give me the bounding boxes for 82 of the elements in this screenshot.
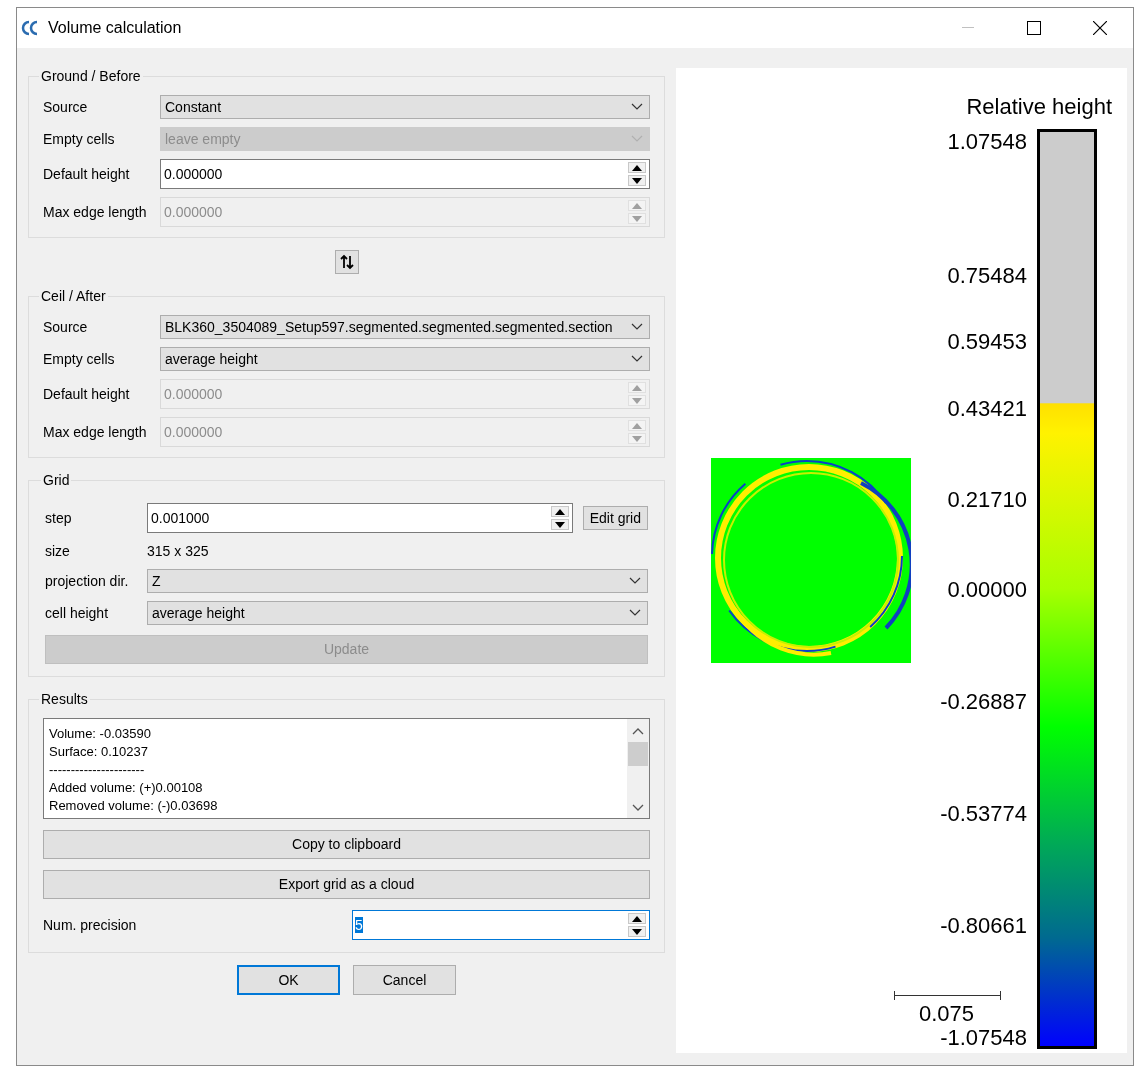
field-label: Source bbox=[43, 97, 89, 117]
precision-field[interactable]: 5 bbox=[352, 910, 650, 940]
field-label: Default height bbox=[43, 164, 131, 184]
dropdown[interactable]: Z bbox=[147, 569, 648, 593]
dialog-button[interactable]: Cancel bbox=[353, 965, 456, 995]
up-arrow-icon bbox=[554, 508, 565, 515]
close-icon bbox=[1093, 21, 1107, 35]
field-label: Empty cells bbox=[43, 129, 116, 149]
spin-up-button[interactable] bbox=[550, 506, 569, 517]
group-title: Ceil / After bbox=[40, 287, 107, 306]
group-title: Ground / Before bbox=[40, 67, 142, 86]
scroll-thumb[interactable] bbox=[628, 742, 648, 766]
field-label: Empty cells bbox=[43, 349, 116, 369]
field-label: Num. precision bbox=[43, 915, 138, 935]
scale-label: 0.21710 bbox=[947, 487, 1027, 512]
action-button[interactable]: Copy to clipboard bbox=[43, 830, 650, 859]
down-arrow-icon bbox=[632, 928, 642, 935]
window-title: Volume calculation bbox=[48, 18, 182, 38]
spin-down-button[interactable] bbox=[550, 519, 569, 530]
spin-up-button[interactable] bbox=[628, 162, 646, 173]
scrollbar[interactable] bbox=[627, 719, 649, 818]
result-line: ---------------------- bbox=[49, 761, 145, 779]
scale-title: Relative height bbox=[966, 93, 1112, 121]
minimize-icon bbox=[962, 27, 974, 29]
scale-label: -0.53774 bbox=[940, 802, 1027, 826]
chevron-icon bbox=[631, 103, 643, 111]
dropdown[interactable]: average height bbox=[147, 601, 648, 625]
field-label: cell height bbox=[45, 603, 110, 623]
chevron-icon bbox=[631, 355, 643, 363]
field-label: Default height bbox=[43, 384, 131, 404]
field-label: step bbox=[45, 508, 73, 528]
scale-bar-label: 0.075 bbox=[919, 1002, 975, 1026]
result-line: Added volume: (+)0.00108 bbox=[49, 779, 203, 797]
spin-down-button[interactable] bbox=[628, 926, 646, 937]
number-field[interactable]: 0.001000 bbox=[147, 503, 573, 533]
result-line: Removed volume: (-)0.03698 bbox=[49, 797, 218, 815]
group-title: Results bbox=[40, 690, 89, 709]
up-arrow-icon bbox=[632, 915, 642, 922]
field-label: size bbox=[45, 541, 71, 561]
dialog-button[interactable]: OK bbox=[237, 965, 340, 995]
up-arrow-icon bbox=[632, 164, 642, 171]
dropdown[interactable]: BLK360_3504089_Setup597.segmented.segmented.segmented.section bbox=[160, 315, 650, 339]
swap-icon bbox=[338, 254, 355, 270]
up-arrow-icon bbox=[632, 384, 642, 391]
field-label: projection dir. bbox=[45, 571, 130, 591]
chevron-icon bbox=[631, 323, 643, 331]
scale-label: 1.07548 bbox=[947, 130, 1027, 154]
action-button[interactable]: Export grid as a cloud bbox=[43, 870, 650, 899]
down-arrow-icon bbox=[632, 397, 642, 404]
scroll-up-icon bbox=[632, 727, 644, 735]
number-field[interactable]: 0.000000 bbox=[160, 159, 650, 189]
scale-label: 0.00000 bbox=[947, 578, 1027, 602]
down-arrow-icon bbox=[632, 177, 642, 184]
chevron-icon bbox=[629, 577, 641, 585]
up-arrow-icon bbox=[632, 422, 642, 429]
scale-label: -0.80661 bbox=[940, 914, 1027, 938]
field-label: Max edge length bbox=[43, 422, 148, 442]
result-line: Surface: 0.10237 bbox=[49, 743, 149, 761]
up-arrow-icon bbox=[632, 202, 642, 209]
swap-button[interactable] bbox=[334, 250, 359, 274]
edit-grid-button[interactable]: Edit grid bbox=[582, 506, 648, 530]
spin-up-button[interactable] bbox=[628, 913, 646, 924]
scale-label: 0.43421 bbox=[947, 397, 1027, 422]
dropdown[interactable]: Constant bbox=[160, 95, 650, 119]
down-arrow-icon bbox=[632, 215, 642, 222]
field-label: Max edge length bbox=[43, 202, 148, 222]
scale-label: 0.75484 bbox=[947, 263, 1027, 288]
scale-label: -0.26887 bbox=[940, 690, 1027, 714]
dropdown[interactable]: average height bbox=[160, 347, 650, 371]
down-arrow-icon bbox=[632, 435, 642, 442]
chevron-icon bbox=[631, 135, 643, 143]
group-title: Grid bbox=[42, 471, 71, 490]
spin-down-button[interactable] bbox=[628, 175, 646, 186]
chevron-icon bbox=[629, 609, 641, 617]
result-line: Volume: -0.03590 bbox=[49, 725, 151, 743]
field-label: Source bbox=[43, 317, 89, 337]
scroll-down-icon bbox=[632, 804, 644, 812]
grid-size-value: 315 x 325 bbox=[147, 541, 209, 561]
scale-label: 0.59453 bbox=[947, 330, 1027, 355]
scale-label: -1.07548 bbox=[940, 1026, 1027, 1050]
down-arrow-icon bbox=[554, 521, 565, 528]
maximize-icon bbox=[1027, 21, 1041, 35]
